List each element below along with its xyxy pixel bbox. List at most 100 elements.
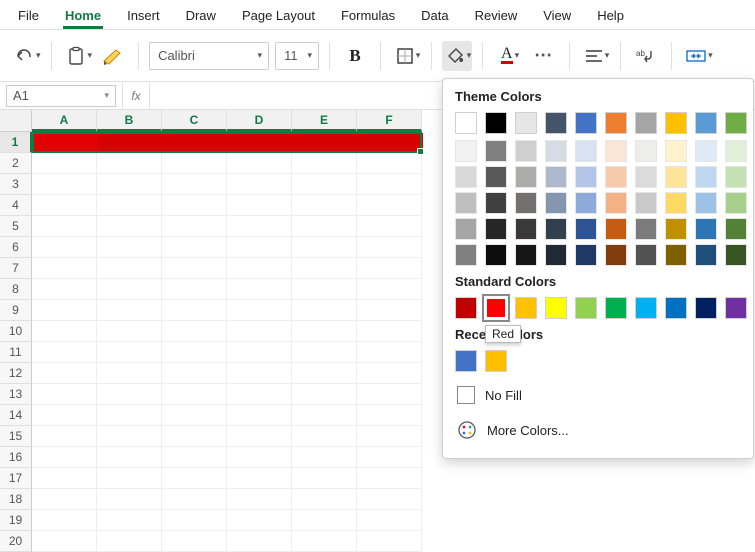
cell[interactable] xyxy=(227,384,292,405)
color-swatch[interactable] xyxy=(635,297,657,319)
cell[interactable] xyxy=(227,153,292,174)
color-swatch[interactable] xyxy=(665,297,687,319)
col-header-C[interactable]: C xyxy=(162,110,227,132)
wrap-text-button[interactable]: ab xyxy=(631,41,661,71)
cell[interactable] xyxy=(97,342,162,363)
color-swatch[interactable] xyxy=(545,112,567,134)
color-swatch[interactable] xyxy=(695,244,717,266)
cell[interactable] xyxy=(97,468,162,489)
more-colors-option[interactable]: More Colors... xyxy=(447,412,749,448)
color-swatch[interactable] xyxy=(605,244,627,266)
color-swatch[interactable] xyxy=(575,166,597,188)
color-swatch[interactable] xyxy=(605,166,627,188)
cell[interactable] xyxy=(357,321,422,342)
cell[interactable] xyxy=(32,300,97,321)
row-header-15[interactable]: 15 xyxy=(0,426,32,447)
color-swatch[interactable] xyxy=(635,140,657,162)
cell[interactable] xyxy=(32,363,97,384)
cell[interactable] xyxy=(227,195,292,216)
color-swatch[interactable] xyxy=(515,192,537,214)
cell[interactable] xyxy=(97,216,162,237)
cell[interactable] xyxy=(162,531,227,552)
cell[interactable] xyxy=(32,426,97,447)
cell[interactable] xyxy=(292,279,357,300)
color-swatch[interactable] xyxy=(485,244,507,266)
cell[interactable] xyxy=(32,489,97,510)
cell[interactable] xyxy=(32,342,97,363)
row-header-18[interactable]: 18 xyxy=(0,489,32,510)
cell[interactable] xyxy=(292,384,357,405)
cell[interactable] xyxy=(227,510,292,531)
cell[interactable] xyxy=(32,531,97,552)
row-header-5[interactable]: 5 xyxy=(0,216,32,237)
tab-formulas[interactable]: Formulas xyxy=(339,4,397,29)
color-swatch[interactable] xyxy=(575,297,597,319)
cell[interactable] xyxy=(357,363,422,384)
cell[interactable] xyxy=(227,279,292,300)
color-swatch[interactable] xyxy=(575,244,597,266)
cell[interactable] xyxy=(292,510,357,531)
color-swatch[interactable] xyxy=(575,218,597,240)
cell[interactable] xyxy=(162,405,227,426)
cell[interactable] xyxy=(292,426,357,447)
color-swatch[interactable] xyxy=(545,244,567,266)
cell[interactable] xyxy=(32,153,97,174)
cell[interactable] xyxy=(227,321,292,342)
cell[interactable] xyxy=(162,174,227,195)
cell[interactable] xyxy=(162,153,227,174)
row-header-14[interactable]: 14 xyxy=(0,405,32,426)
cell[interactable] xyxy=(162,510,227,531)
cell[interactable] xyxy=(357,384,422,405)
cell[interactable] xyxy=(292,489,357,510)
tab-insert[interactable]: Insert xyxy=(125,4,162,29)
color-swatch[interactable] xyxy=(695,192,717,214)
cell[interactable] xyxy=(32,258,97,279)
row-header-6[interactable]: 6 xyxy=(0,237,32,258)
color-swatch[interactable] xyxy=(665,166,687,188)
cell[interactable] xyxy=(97,195,162,216)
cell[interactable] xyxy=(162,237,227,258)
cell[interactable] xyxy=(162,468,227,489)
cell[interactable] xyxy=(97,426,162,447)
color-swatch[interactable] xyxy=(455,218,477,240)
cell[interactable] xyxy=(97,510,162,531)
cell[interactable] xyxy=(357,447,422,468)
cell[interactable] xyxy=(97,258,162,279)
cell[interactable] xyxy=(162,426,227,447)
color-swatch[interactable] xyxy=(695,112,717,134)
cell[interactable] xyxy=(97,405,162,426)
row-header-1[interactable]: 1 xyxy=(0,132,32,153)
cell[interactable] xyxy=(227,468,292,489)
color-swatch[interactable] xyxy=(515,218,537,240)
cell[interactable] xyxy=(292,195,357,216)
color-swatch[interactable] xyxy=(635,244,657,266)
cell[interactable] xyxy=(32,384,97,405)
color-swatch[interactable] xyxy=(455,192,477,214)
tab-view[interactable]: View xyxy=(541,4,573,29)
merge-button[interactable]: ▾ xyxy=(682,41,713,71)
cell[interactable] xyxy=(32,195,97,216)
row-header-16[interactable]: 16 xyxy=(0,447,32,468)
tab-file[interactable]: File xyxy=(16,4,41,29)
color-swatch[interactable] xyxy=(575,112,597,134)
tab-page-layout[interactable]: Page Layout xyxy=(240,4,317,29)
bold-button[interactable]: B xyxy=(340,41,370,71)
color-swatch[interactable] xyxy=(515,140,537,162)
cell[interactable] xyxy=(292,258,357,279)
cell[interactable] xyxy=(292,237,357,258)
cell[interactable] xyxy=(357,468,422,489)
cell[interactable] xyxy=(97,279,162,300)
color-swatch[interactable] xyxy=(515,297,537,319)
color-swatch[interactable] xyxy=(725,192,747,214)
cell[interactable] xyxy=(162,363,227,384)
cell[interactable] xyxy=(292,447,357,468)
cell[interactable] xyxy=(292,342,357,363)
cell[interactable] xyxy=(227,237,292,258)
row-header-12[interactable]: 12 xyxy=(0,363,32,384)
row-header-2[interactable]: 2 xyxy=(0,153,32,174)
cell[interactable] xyxy=(227,174,292,195)
color-swatch[interactable] xyxy=(725,244,747,266)
row-header-10[interactable]: 10 xyxy=(0,321,32,342)
cell[interactable] xyxy=(97,153,162,174)
cell[interactable] xyxy=(97,447,162,468)
